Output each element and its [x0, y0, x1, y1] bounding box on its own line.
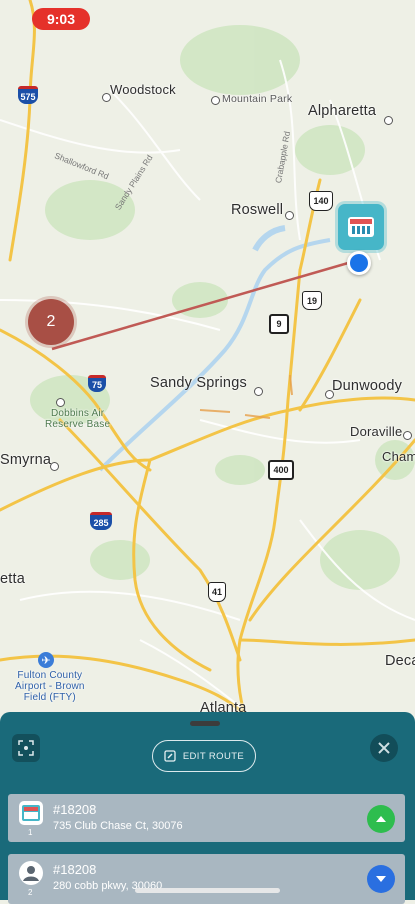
interstate-75-shield: 75 — [88, 375, 106, 392]
airport-icon: ✈ — [38, 652, 54, 668]
stop-number: 1 — [28, 828, 33, 837]
stop-id: #18208 — [53, 862, 97, 877]
close-button[interactable] — [370, 734, 398, 762]
stop-list-item[interactable]: 2 #18208 280 cobb pkwy, 30060 — [8, 854, 405, 904]
edit-route-label: EDIT ROUTE — [182, 750, 245, 762]
place-dot — [254, 387, 263, 396]
ga-9-shield: 9 — [269, 314, 289, 334]
place-mountain-park: Mountain Park — [222, 93, 293, 105]
place-alpharetta: Alpharetta — [308, 103, 377, 119]
status-time: 9:03 — [32, 8, 90, 30]
move-down-button[interactable] — [367, 865, 395, 893]
store-stop-icon — [19, 801, 43, 825]
move-up-button[interactable] — [367, 805, 395, 833]
stop-address: 735 Club Chase Ct, 30076 — [53, 820, 183, 832]
place-roswell: Roswell — [231, 202, 284, 218]
place-doraville: Doraville — [350, 424, 403, 439]
us-41-shield: 41 — [208, 582, 226, 602]
focus-frame-icon — [18, 740, 34, 756]
place-dobbins-afb: Dobbins Air Reserve Base — [45, 408, 111, 430]
place-dunwoody: Dunwoody — [332, 378, 403, 394]
place-airport: Fulton County Airport - Brown Field (FTY… — [15, 670, 85, 703]
place-decatur: Deca — [385, 653, 415, 669]
current-location-dot — [347, 251, 371, 275]
person-icon — [19, 861, 43, 885]
edit-icon — [164, 750, 176, 762]
place-dot — [403, 431, 412, 440]
home-indicator[interactable] — [135, 888, 280, 893]
recenter-button[interactable] — [12, 734, 40, 762]
interstate-575-shield: 575 — [18, 86, 38, 104]
place-woodstock: Woodstock — [110, 82, 176, 97]
stop-number: 2 — [28, 888, 33, 897]
place-marietta: etta — [0, 571, 25, 587]
place-smyrna: Smyrna — [0, 452, 52, 468]
interstate-285-shield: 285 — [90, 512, 112, 530]
route-panel: EDIT ROUTE 1 #18208 735 Club Chase Ct, 3… — [0, 712, 415, 904]
store-marker-icon[interactable] — [338, 204, 384, 250]
ga-19-shield: 19 — [302, 291, 322, 310]
place-dot — [384, 116, 393, 125]
place-chamblee: Cham — [382, 449, 415, 464]
ga-400-shield: 400 — [268, 460, 294, 480]
us-140-shield: 140 — [309, 191, 333, 211]
edit-route-button[interactable]: EDIT ROUTE — [152, 740, 256, 772]
place-dot — [211, 96, 220, 105]
place-dot — [56, 398, 65, 407]
place-sandy-springs: Sandy Springs — [150, 375, 247, 391]
place-dot — [285, 211, 294, 220]
chevron-up-icon — [376, 816, 386, 822]
place-dot — [50, 462, 59, 471]
stop-id: #18208 — [53, 802, 97, 817]
stop-cluster-marker[interactable]: 2 — [28, 299, 74, 345]
close-icon — [378, 742, 390, 754]
drag-handle[interactable] — [190, 721, 220, 726]
chevron-down-icon — [376, 876, 386, 882]
map-view[interactable]: Woodstock Mountain Park Alpharetta Roswe… — [0, 0, 415, 715]
place-dot — [325, 390, 334, 399]
stop-list-item[interactable]: 1 #18208 735 Club Chase Ct, 30076 — [8, 794, 405, 842]
place-dot — [102, 93, 111, 102]
